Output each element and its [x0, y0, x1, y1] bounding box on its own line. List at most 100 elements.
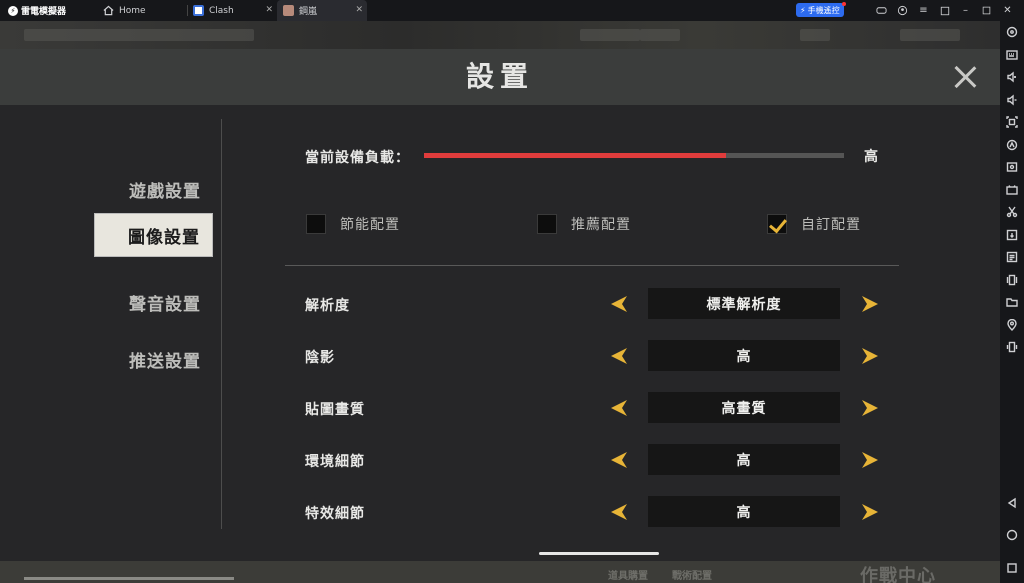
- emulator-sidebar: [1000, 21, 1024, 583]
- android-nav: [1000, 492, 1024, 580]
- section-divider: [285, 265, 899, 266]
- setting-value: 高: [648, 496, 840, 527]
- script-icon[interactable]: [1000, 246, 1024, 269]
- preset-checkbox[interactable]: [537, 214, 557, 234]
- device-load-value: 高: [864, 149, 878, 165]
- tab-game-label: 鋼嵐: [299, 7, 318, 17]
- location-icon[interactable]: [1000, 314, 1024, 337]
- preset-power-saving[interactable]: 節能配置: [306, 214, 400, 234]
- tab-home[interactable]: Home: [96, 0, 188, 21]
- setting-value: 標準解析度: [648, 288, 840, 319]
- preset-checkbox[interactable]: [767, 214, 787, 234]
- setting-value: 高: [648, 444, 840, 475]
- settings-dot-icon[interactable]: [1000, 21, 1024, 44]
- settings-dialog: 設置 遊戲設置 圖像設置 聲音設置 推送設置 當前設備負載： 高 節能配置 推薦…: [0, 49, 1000, 561]
- close-icon[interactable]: ✕: [997, 0, 1018, 21]
- ldplayer-logo-icon: ⚡: [8, 5, 18, 16]
- tab-game[interactable]: 鋼嵐 ✕: [277, 0, 367, 21]
- nav-push-settings[interactable]: 推送設置: [94, 337, 213, 381]
- setting-label: 解析度: [305, 298, 350, 314]
- nav-label: 遊戲設置: [129, 181, 201, 202]
- bg-text: 道具購置: [608, 571, 648, 582]
- clash-app-icon: [193, 5, 204, 16]
- game-background-bottom: 道具購置 戰術配置 作戰中心: [0, 561, 1000, 583]
- device-load-fill: [424, 153, 727, 158]
- volume-down-icon[interactable]: [1000, 89, 1024, 112]
- maximize-icon[interactable]: [976, 0, 997, 21]
- dialog-title: 設置: [465, 60, 534, 93]
- setting-row-shadow: 陰影 高: [285, 340, 900, 372]
- bg-text: 作戰中心: [860, 566, 936, 583]
- setting-value: 高畫質: [648, 392, 840, 423]
- preset-label: 節能配置: [340, 217, 400, 233]
- setting-row-resolution: 解析度 標準解析度: [285, 288, 900, 320]
- app-name: 雷電模擬器: [21, 7, 67, 17]
- apk-icon[interactable]: [1000, 179, 1024, 202]
- settings-nav: 遊戲設置 圖像設置 聲音設置 推送設置: [0, 105, 222, 561]
- app-logo: ⚡ 雷電模擬器: [0, 0, 96, 21]
- nav-sound-settings[interactable]: 聲音設置: [94, 280, 213, 324]
- recents-icon[interactable]: [1000, 557, 1024, 580]
- shake-icon[interactable]: [1000, 269, 1024, 292]
- remote-control-label: 手機遙控: [807, 5, 840, 15]
- setting-label: 陰影: [305, 350, 335, 366]
- setting-value: 高: [648, 340, 840, 371]
- sync-icon[interactable]: [1000, 224, 1024, 247]
- scissors-icon[interactable]: [1000, 201, 1024, 224]
- setting-label: 貼圖畫質: [305, 402, 365, 418]
- nav-game-settings[interactable]: 遊戲設置: [94, 167, 213, 211]
- tab-close-icon[interactable]: ✕: [355, 5, 363, 15]
- keyboard-icon[interactable]: [1000, 44, 1024, 67]
- graphics-panel: 當前設備負載： 高 節能配置 推薦配置 自訂配置 解析度 標準解析度 陰影 高 …: [285, 105, 900, 561]
- nav-graphics-settings[interactable]: 圖像設置: [94, 213, 213, 257]
- preset-recommended[interactable]: 推薦配置: [537, 214, 631, 234]
- device-load-bar: [424, 153, 844, 158]
- arrow-left-icon[interactable]: [610, 451, 628, 469]
- arrow-left-icon[interactable]: [610, 295, 628, 313]
- window-controls: ≡ – ✕: [871, 0, 1018, 21]
- preset-custom[interactable]: 自訂配置: [767, 214, 861, 234]
- nav-divider: [221, 119, 222, 529]
- preset-checkbox[interactable]: [306, 214, 326, 234]
- notification-dot: [841, 2, 846, 6]
- arrow-right-icon[interactable]: [861, 347, 879, 365]
- tab-home-label: Home: [119, 5, 146, 16]
- menu-icon[interactable]: ≡: [913, 0, 934, 21]
- tab-clash[interactable]: Clash ✕: [187, 0, 277, 21]
- preset-label: 自訂配置: [801, 217, 861, 233]
- minimize-icon[interactable]: –: [955, 0, 976, 21]
- device-load-label: 當前設備負載：: [305, 150, 410, 166]
- record-icon[interactable]: [1000, 156, 1024, 179]
- arrow-right-icon[interactable]: [861, 451, 879, 469]
- arrow-left-icon[interactable]: [610, 503, 628, 521]
- bg-bar: [24, 577, 234, 580]
- close-dialog-icon[interactable]: [951, 63, 979, 91]
- arrow-left-icon[interactable]: [610, 399, 628, 417]
- auto-icon[interactable]: [1000, 134, 1024, 157]
- setting-row-environment: 環境細節 高: [285, 444, 900, 476]
- gamepad-icon[interactable]: [871, 0, 892, 21]
- arrow-right-icon[interactable]: [861, 399, 879, 417]
- pin-icon[interactable]: [934, 0, 955, 21]
- nav-label: 圖像設置: [128, 227, 200, 248]
- tab-clash-label: Clash: [209, 5, 234, 16]
- back-icon[interactable]: [1000, 492, 1024, 515]
- nav-label: 聲音設置: [129, 294, 201, 315]
- account-icon[interactable]: [892, 0, 913, 21]
- setting-row-texture: 貼圖畫質 高畫質: [285, 392, 900, 424]
- bg-text: 戰術配置: [672, 571, 712, 582]
- home-nav-icon[interactable]: [1000, 524, 1024, 547]
- arrow-right-icon[interactable]: [861, 503, 879, 521]
- folder-icon[interactable]: [1000, 291, 1024, 314]
- setting-label: 特效細節: [305, 506, 365, 522]
- tab-close-icon[interactable]: ✕: [265, 5, 273, 15]
- screenshot-icon[interactable]: [1000, 111, 1024, 134]
- remote-control-button[interactable]: ⚡ 手機遙控: [796, 2, 846, 17]
- setting-label: 環境細節: [305, 454, 365, 470]
- arrow-right-icon[interactable]: [861, 295, 879, 313]
- arrow-left-icon[interactable]: [610, 347, 628, 365]
- emulator-titlebar: ⚡ 雷電模擬器 Home Clash ✕ 鋼嵐 ✕ ⚡ 手機遙控 ≡ – ✕: [0, 0, 1024, 21]
- lightning-icon: ⚡: [800, 5, 806, 15]
- rotate-icon[interactable]: [1000, 336, 1024, 359]
- volume-up-icon[interactable]: [1000, 66, 1024, 89]
